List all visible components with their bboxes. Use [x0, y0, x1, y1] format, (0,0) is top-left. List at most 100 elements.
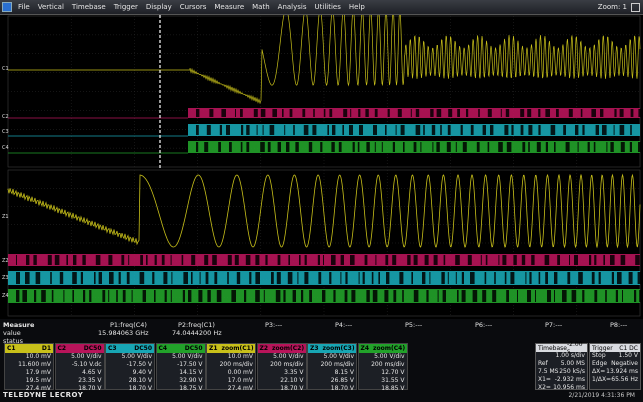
zoom-label[interactable]: Zoom: 1 [594, 3, 631, 11]
menu-math[interactable]: Math [248, 3, 274, 11]
menu-display[interactable]: Display [142, 3, 176, 11]
trace-z3 [8, 271, 642, 285]
descriptor-line: 18.70 V [128, 385, 152, 392]
descriptor-line: 5.00 V/div [71, 353, 102, 360]
descriptor-header: zoom(C4) [373, 345, 406, 352]
channel-marker-c1: C1 [2, 66, 9, 72]
window-restore-icon[interactable] [631, 2, 640, 12]
timebase-title: Timebase [538, 344, 567, 352]
trigger-title: Trigger [592, 344, 613, 352]
trigger-descriptor[interactable]: Trigger C1 DC Stop 1.50 V Edge Negative ΔX=… [589, 343, 641, 390]
menu-bar: File Vertical Timebase Trigger Display C… [0, 0, 643, 15]
descriptor-z4[interactable]: Z4 zoom(C4) 5.00 V/div 200 ms/div 12.70 V 31.… [357, 343, 408, 392]
descriptor-line: 17.0 mV [227, 377, 253, 384]
tb-label: X2= [538, 384, 551, 391]
descriptor-line: 3.35 V [284, 369, 304, 376]
trace-z2 [8, 254, 640, 266]
trace-z4 [8, 289, 643, 303]
p8-name[interactable]: P8:--- [610, 321, 627, 329]
descriptor-line: 11.600 mV [18, 361, 51, 368]
menu-vertical[interactable]: Vertical [34, 3, 68, 11]
trig-label: Edge [592, 360, 608, 367]
descriptor-line: 200 ms/div [371, 361, 405, 368]
trig-label: ΔX= [592, 368, 606, 375]
datetime: 2/21/2019 4:31:36 PM [568, 392, 635, 399]
descriptor-c3[interactable]: C3 DC50 5.00 V/div -17.50 V 9.40 V 28.10 V 18.… [105, 343, 155, 392]
descriptor-line: 17.9 mV [25, 369, 51, 376]
descriptor-name: C3 [108, 345, 117, 352]
p1-name[interactable]: P1:freq(C4) [110, 321, 147, 329]
channel-marker-z3: Z3 [2, 275, 9, 281]
descriptor-line: 31.55 V [381, 377, 405, 384]
descriptor-line: 26.85 V [330, 377, 354, 384]
descriptor-line: 10.0 mV [227, 353, 253, 360]
channel-marker-z4: Z4 [2, 293, 9, 299]
descriptor-line: 28.10 V [128, 377, 152, 384]
trig-label: 1/ΔX= [592, 376, 612, 383]
descriptor-line: 200 ms/div [270, 361, 304, 368]
menu-trigger[interactable]: Trigger [110, 3, 142, 11]
descriptor-name: C1 [7, 345, 16, 352]
descriptor-line: 23.35 V [78, 377, 102, 384]
descriptor-line: -17.50 V [177, 361, 203, 368]
descriptor-line: 18.70 V [280, 385, 304, 392]
descriptor-z3[interactable]: Z3 zoom(C3) 5.00 V/div 200 ms/div 8.15 V 26.8… [307, 343, 357, 392]
descriptor-c1[interactable]: C1 D1 10.0 mV 11.600 mV 17.9 mV 19.5 mV 27.4 m… [4, 343, 54, 392]
scope-display: C1 C2 C3 C4 Z1 Z2 Z3 Z4 [0, 15, 643, 319]
descriptor-line: 5.00 V/div [374, 353, 405, 360]
descriptor-name: Z2 [259, 345, 269, 352]
descriptor-name: C4 [158, 345, 168, 352]
descriptor-header: zoom(C1) [221, 345, 254, 352]
menu-analysis[interactable]: Analysis [274, 3, 311, 11]
p1-value: 15.984063 GHz [98, 329, 149, 337]
descriptor-line: 19.5 mV [25, 377, 51, 384]
descriptor-name: Z4 [360, 345, 370, 352]
trig-label: Stop [592, 352, 606, 359]
trig-value: 65.56 Hz [611, 376, 638, 383]
tb-value: 250 kS/s [559, 368, 585, 375]
channel-marker-c3: C3 [2, 129, 9, 135]
menu-measure[interactable]: Measure [210, 3, 248, 11]
descriptor-line: 14.15 V [179, 369, 203, 376]
p4-name[interactable]: P4:--- [335, 321, 352, 329]
menu-cursors[interactable]: Cursors [176, 3, 211, 11]
brand-logo: TELEDYNE LECROY [3, 391, 84, 399]
channel-marker-c4: C4 [2, 145, 9, 151]
descriptor-c2[interactable]: C2 DC50 5.00 V/div -5.10 V.dc 4.65 V 23.35 V1… [54, 343, 105, 392]
descriptor-c4[interactable]: C4 DC50 5.00 V/div -17.50 V 14.15 V 32.90 V 18… [155, 343, 206, 392]
descriptor-line: 18.70 V [330, 385, 354, 392]
tb-label: Ref [538, 360, 548, 367]
descriptor-header: DC50 [134, 345, 152, 352]
descriptor-line: 12.70 V [381, 369, 405, 376]
p6-name[interactable]: P6:--- [475, 321, 492, 329]
descriptor-line: -17.50 V [126, 361, 152, 368]
p7-name[interactable]: P7:--- [545, 321, 562, 329]
timebase-descriptor[interactable]: Timebase -2.00 s 1.00 s/div Ref 5.00 MS 7.… [535, 341, 588, 391]
tb-value: -2.932 ms [554, 376, 585, 383]
descriptor-line: 4.65 V [82, 369, 102, 376]
tb-value: 5.00 MS [560, 360, 585, 367]
p5-name[interactable]: P5:--- [405, 321, 422, 329]
value-label: value [3, 329, 21, 337]
menu-help[interactable]: Help [345, 3, 369, 11]
descriptor-line: 10.0 mV [25, 353, 51, 360]
app-icon[interactable] [2, 2, 12, 12]
trig-value: 1.50 V [618, 352, 638, 359]
descriptor-line: 0.00 mV [227, 369, 253, 376]
descriptor-z2[interactable]: Z2 zoom(C2) 5.00 V/div 200 ms/div 3.35 V 22.1… [256, 343, 307, 392]
descriptor-z1[interactable]: Z1 zoom(C1) 10.0 mV 200 ms/div 0.00 mV 17.0 m… [206, 343, 256, 392]
descriptor-header: DC50 [83, 345, 102, 352]
tb-label: X1= [538, 376, 551, 383]
descriptor-name: Z3 [310, 345, 319, 352]
menu-timebase[interactable]: Timebase [68, 3, 110, 11]
tb-label: 7.5 MS [538, 368, 559, 375]
descriptor-line: 200 ms/div [219, 361, 253, 368]
tb-value: 10.956 ms [553, 384, 585, 391]
p2-name[interactable]: P2:freq(C1) [178, 321, 215, 329]
descriptor-line: -5.10 V.dc [71, 361, 102, 368]
trig-value: Negative [611, 360, 638, 367]
menu-utilities[interactable]: Utilities [311, 3, 345, 11]
menu-file[interactable]: File [14, 3, 34, 11]
p3-name[interactable]: P3:--- [265, 321, 282, 329]
descriptor-name: C2 [57, 345, 67, 352]
